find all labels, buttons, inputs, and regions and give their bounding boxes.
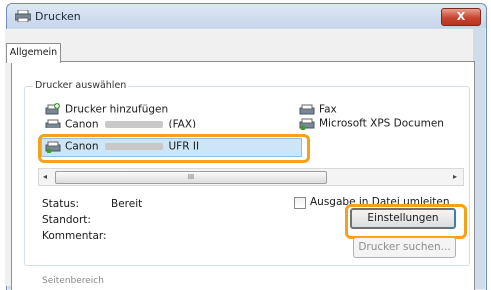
printer-item-label: Microsoft XPS Documen: [319, 117, 444, 130]
fax-icon: [299, 104, 315, 115]
print-to-file-checkbox[interactable]: [294, 197, 306, 209]
highlight-settings-button: [345, 204, 467, 239]
comment-label: Kommentar:: [42, 230, 107, 242]
find-printer-button[interactable]: Drucker suchen...: [353, 237, 456, 258]
printer-item-canon-fax[interactable]: Canon (FAX): [45, 118, 196, 128]
printer-group-label: Drucker auswählen: [33, 80, 129, 91]
add-printer-icon: [45, 103, 60, 115]
printer-list-scrollbar[interactable]: ◂ III ▸: [38, 168, 464, 186]
printer-item-label: Fax: [319, 103, 337, 116]
title-bar: Drucken X: [7, 4, 486, 28]
xps-printer-icon: [299, 118, 315, 130]
close-button[interactable]: X: [441, 8, 481, 26]
scroll-right-icon[interactable]: ▸: [453, 172, 457, 181]
printer-item-add[interactable]: Drucker hinzufügen: [45, 103, 168, 116]
scrollbar-thumb[interactable]: III: [55, 171, 327, 184]
location-label: Standort:: [42, 214, 91, 226]
printer-item-suffix: (FAX): [168, 118, 197, 129]
printer-item-label: Drucker hinzufügen: [65, 103, 169, 116]
status-label: Status:: [42, 198, 79, 210]
redacted-name: [104, 121, 163, 128]
page-range-group-label: Seitenbereich: [42, 276, 104, 286]
scroll-left-icon[interactable]: ◂: [43, 172, 47, 181]
tab-allgemein[interactable]: Allgemein: [6, 43, 61, 63]
printer-icon: [45, 119, 61, 128]
status-value: Bereit: [111, 198, 143, 210]
printer-item-label: Canon: [65, 118, 99, 129]
printer-item-fax[interactable]: Fax: [299, 103, 337, 116]
printer-item-xps[interactable]: Microsoft XPS Documen: [299, 117, 444, 130]
printer-icon: [15, 10, 31, 22]
window-title: Drucken: [35, 10, 81, 23]
highlight-selected-printer: [38, 134, 310, 163]
